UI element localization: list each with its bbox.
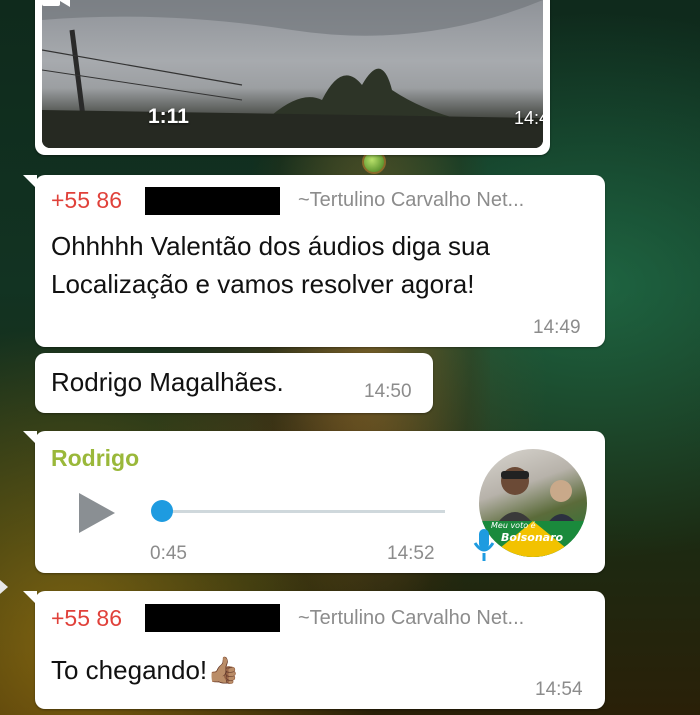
message-timestamp: 14:54 xyxy=(535,679,583,700)
message-timestamp: 14:50 xyxy=(364,381,412,402)
video-message-bubble[interactable]: 1:11 14:48 xyxy=(35,0,550,155)
message-bubble[interactable]: Rodrigo Magalhães. 14:50 xyxy=(35,353,433,413)
avatar-caption: Meu voto é xyxy=(491,520,536,530)
bubble-tail xyxy=(23,175,37,189)
avatar-photo: Meu voto é Bolsonaro xyxy=(479,467,587,557)
message-bubble[interactable]: +55 86 ~Tertulino Carvalho Net... To che… xyxy=(23,591,605,709)
voice-duration: 0:45 xyxy=(150,543,187,564)
video-timestamp: 14:48 xyxy=(514,108,543,128)
message-timestamp: 14:52 xyxy=(387,543,435,564)
voice-message-bubble[interactable]: Rodrigo 0:45 14:52 Meu voto é Bolsonaro xyxy=(23,431,605,573)
sender-avatar[interactable]: Meu voto é Bolsonaro xyxy=(479,449,587,557)
voice-message-author[interactable]: Rodrigo xyxy=(51,445,139,472)
message-text: Rodrigo Magalhães. xyxy=(51,367,284,397)
scroll-indicator-arrow xyxy=(0,580,8,594)
video-scene xyxy=(42,0,543,148)
video-thumbnail[interactable]: 1:11 14:48 xyxy=(42,0,543,148)
message-text-line: Localização e vamos resolver agora! xyxy=(51,269,475,299)
sender-phone[interactable]: +55 86 xyxy=(51,187,122,214)
sender-name[interactable]: ~Tertulino Carvalho Net... xyxy=(298,189,524,212)
audio-progress-track[interactable] xyxy=(155,510,445,513)
message-text-line: Ohhhhh Valentão dos áudios diga sua xyxy=(51,231,490,261)
sender-name[interactable]: ~Tertulino Carvalho Net... xyxy=(298,607,524,630)
redaction-bar xyxy=(145,187,280,215)
play-icon[interactable] xyxy=(77,491,117,535)
audio-progress-knob[interactable] xyxy=(151,500,173,522)
message-bubble[interactable]: +55 86 ~Tertulino Carvalho Net... Ohhhhh… xyxy=(23,175,605,347)
avatar-caption: Bolsonaro xyxy=(501,531,563,544)
video-camera-icon xyxy=(42,0,70,7)
message-text: To chegando!👍🏽 xyxy=(51,655,240,685)
redaction-bar xyxy=(145,604,280,632)
bubble-tail xyxy=(23,431,37,445)
bubble-tail xyxy=(23,591,37,605)
microphone-icon xyxy=(473,529,495,561)
message-timestamp: 14:49 xyxy=(533,317,581,338)
video-duration: 1:11 xyxy=(148,105,189,128)
sender-phone[interactable]: +55 86 xyxy=(51,605,122,632)
message-text: Ohhhhh Valentão dos áudios diga sua Loca… xyxy=(51,227,490,303)
